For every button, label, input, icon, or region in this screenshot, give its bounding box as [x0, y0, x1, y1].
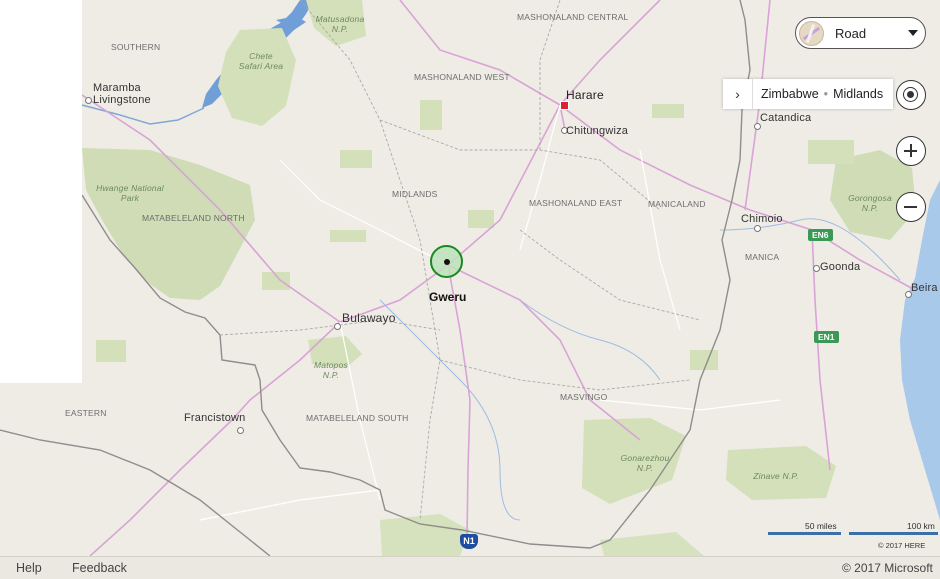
park-label: Matopos N.P.: [313, 360, 348, 380]
park-label: Gonarezhou N.P.: [620, 453, 670, 473]
selected-place-label[interactable]: Gweru: [429, 290, 466, 304]
city-label[interactable]: Beira: [911, 282, 938, 294]
city-label[interactable]: Bulawayo: [342, 311, 396, 325]
location-dot-icon: [444, 259, 450, 265]
region-label: MANICALAND: [648, 199, 706, 209]
city-marker: [237, 427, 244, 434]
road-shield: EN1: [814, 331, 839, 343]
city-label[interactable]: Francistown: [184, 412, 246, 424]
park-label: Gorongosa N.P.: [848, 193, 892, 213]
park-label: Chete Safari Area: [238, 51, 284, 71]
city-label[interactable]: Chitungwiza: [566, 125, 628, 137]
river-2: [379, 299, 521, 521]
river-3: [519, 299, 661, 381]
map-page: SOUTHERN MASHONALAND CENTRAL MASHONALAND…: [0, 0, 940, 579]
minus-icon: [904, 206, 917, 208]
city-marker: [754, 123, 761, 130]
scale-km-label: 100 km: [907, 521, 935, 531]
region-label: MATABELELAND NORTH: [142, 213, 245, 223]
map-style-dropdown[interactable]: Road: [795, 17, 926, 49]
footer-bar: Help Feedback © 2017 Microsoft: [0, 556, 940, 579]
secondary-roads: [199, 104, 781, 521]
scale-miles-label: 50 miles: [805, 521, 837, 531]
city-marker: [754, 225, 761, 232]
capital-marker: [560, 101, 569, 110]
region-label: MASVINGO: [560, 392, 608, 402]
city-label[interactable]: Maramba Livingstone: [93, 82, 153, 106]
map-canvas[interactable]: SOUTHERN MASHONALAND CENTRAL MASHONALAND…: [0, 0, 940, 556]
blank-panel: [0, 0, 82, 383]
locate-me-button[interactable]: [896, 80, 926, 110]
region-label: MANICA: [745, 252, 780, 262]
south-green: [380, 514, 470, 556]
region-label: SOUTHERN: [111, 42, 161, 52]
scale-bar: 50 miles 100 km: [768, 521, 938, 535]
chevron-down-icon: [908, 30, 918, 36]
park-label: Hwange National Park: [96, 183, 164, 203]
breadcrumb-separator: •: [823, 87, 829, 101]
city-label[interactable]: Harare: [566, 88, 604, 102]
region-label: MIDLANDS: [392, 189, 438, 199]
map-data-copyright: © 2017 HERE: [878, 541, 926, 550]
city-label[interactable]: Catandica: [760, 112, 811, 124]
road-shield: N1: [460, 534, 478, 549]
target-icon: [903, 87, 918, 102]
city-label[interactable]: Goonda: [820, 261, 860, 273]
zoom-in-button[interactable]: [896, 136, 926, 166]
region-label: MASHONALAND CENTRAL: [517, 12, 629, 22]
park-label: Matusadona N.P.: [315, 14, 365, 34]
breadcrumb-country[interactable]: Zimbabwe: [761, 87, 819, 101]
selected-place-marker[interactable]: [430, 245, 463, 278]
chete-area: [218, 28, 296, 126]
city-marker: [813, 265, 820, 272]
city-marker: [85, 97, 92, 104]
park-label: Zinave N.P.: [753, 471, 799, 481]
region-label: EASTERN: [65, 408, 107, 418]
chevron-right-icon[interactable]: ›: [723, 79, 753, 109]
region-label: MATABELELAND SOUTH: [306, 413, 409, 423]
map-style-label: Road: [835, 26, 867, 41]
zoom-out-button[interactable]: [896, 192, 926, 222]
region-label: MASHONALAND EAST: [529, 198, 623, 208]
help-link[interactable]: Help: [16, 561, 42, 575]
region-label: MASHONALAND WEST: [414, 72, 510, 82]
copyright-text: © 2017 Microsoft: [842, 561, 933, 575]
southeast-green: [600, 532, 704, 556]
hwange-park-area: [82, 148, 255, 300]
road-shield: EN6: [808, 229, 833, 241]
feedback-link[interactable]: Feedback: [72, 561, 127, 575]
breadcrumb-region[interactable]: Midlands: [833, 87, 883, 101]
breadcrumb: › Zimbabwe • Midlands: [723, 79, 893, 109]
city-label[interactable]: Chimoio: [741, 213, 783, 225]
city-marker: [334, 323, 341, 330]
ocean: [900, 180, 940, 520]
road-map-thumbnail-icon: [799, 21, 824, 46]
